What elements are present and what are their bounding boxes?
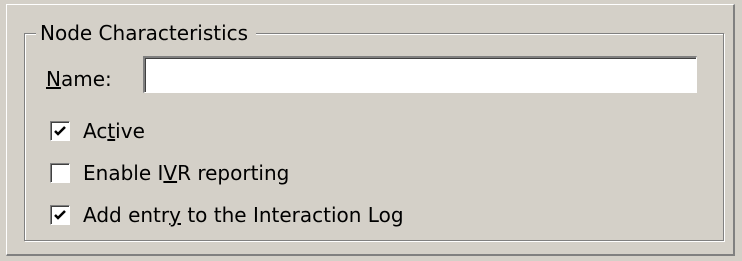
name-input[interactable] — [143, 56, 697, 93]
active-label-part1: Ac — [83, 119, 108, 143]
active-label[interactable]: Active — [83, 118, 145, 144]
checkmark-icon — [54, 126, 66, 136]
group-title: Node Characteristics — [36, 20, 257, 46]
checkmark-icon — [54, 210, 66, 220]
log-label-mnemonic: y — [169, 203, 181, 227]
active-checkbox[interactable] — [50, 121, 70, 141]
active-label-mnemonic: t — [107, 119, 116, 143]
ivr-label-part1: Enable I — [83, 161, 164, 185]
enable-ivr-reporting-label[interactable]: Enable IVR reporting — [83, 160, 289, 186]
add-to-interaction-log-checkbox[interactable] — [50, 205, 70, 225]
active-label-part2: ive — [115, 119, 145, 143]
name-label: Name: — [46, 66, 112, 92]
name-label-rest: ame: — [60, 67, 112, 91]
log-label-part2: to the Interaction Log — [180, 203, 404, 227]
ivr-label-mnemonic: V — [163, 161, 178, 185]
add-to-interaction-log-label[interactable]: Add entry to the Interaction Log — [83, 202, 404, 228]
log-label-part1: Add entr — [83, 203, 170, 227]
name-label-mnemonic: N — [46, 67, 61, 91]
ivr-label-part2: R reporting — [177, 161, 290, 185]
enable-ivr-reporting-checkbox[interactable] — [50, 163, 70, 183]
